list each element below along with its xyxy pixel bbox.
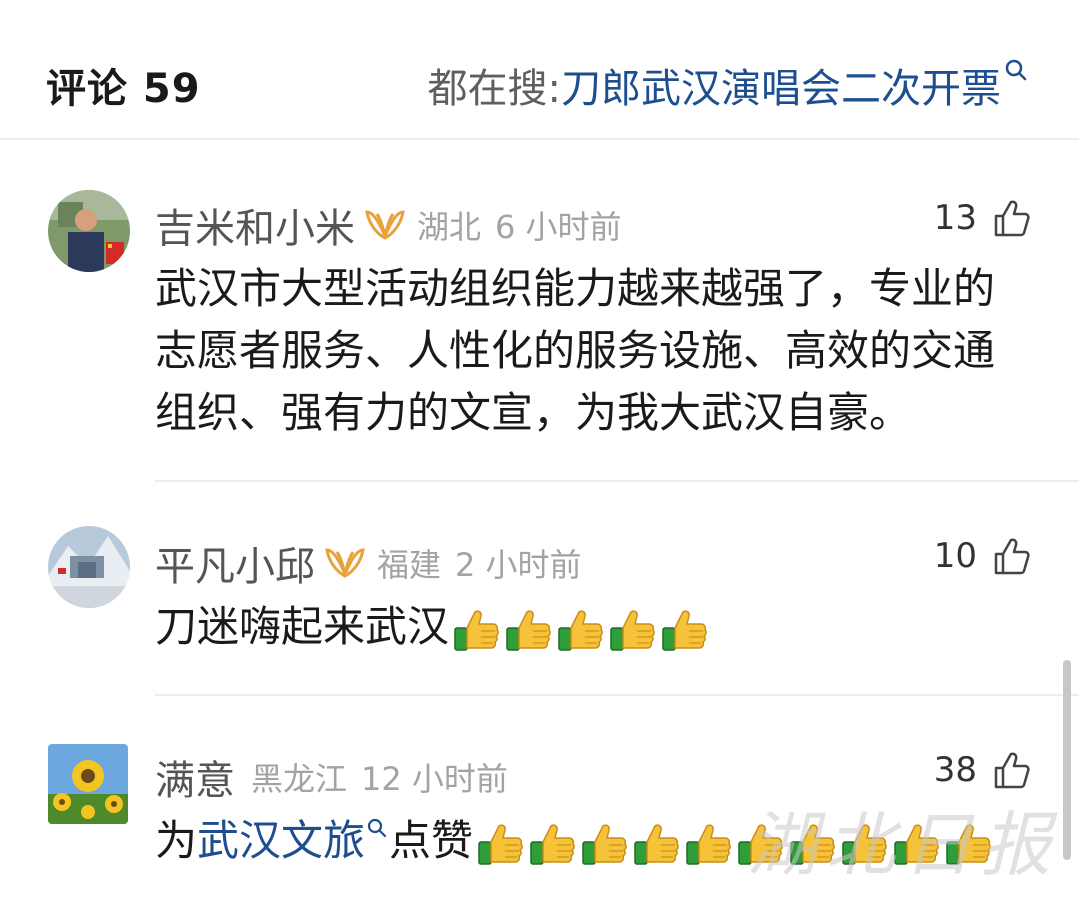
thumbs-up-emoji-icon bbox=[946, 823, 991, 865]
like-button[interactable]: 13 bbox=[934, 198, 1031, 238]
comment-text-before: 为 bbox=[155, 816, 198, 865]
topic-link[interactable]: 武汉文旅 bbox=[197, 816, 365, 865]
comments-header: 评论 59 都在搜: 刀郎武汉演唱会二次开票 bbox=[0, 0, 1079, 140]
timestamp: 2 小时前 bbox=[455, 546, 582, 584]
thumbs-up-emoji-icon bbox=[894, 823, 939, 865]
thumbs-up-emoji-icon bbox=[842, 823, 887, 865]
thumbs-up-emoji-icon bbox=[530, 823, 575, 865]
avatar[interactable] bbox=[48, 190, 130, 272]
comment-text: 刀迷嗨起来武汉 bbox=[155, 596, 1035, 658]
vip-badge-icon bbox=[325, 548, 365, 578]
thumbs-up-emoji-icon bbox=[506, 609, 551, 651]
comment-header: 平凡小邱 福建 2 小时前 bbox=[155, 534, 582, 592]
comment-text: 武汉市大型活动组织能力越来越强了，专业的志愿者服务、人性化的服务设施、高效的交通… bbox=[155, 264, 996, 437]
thumbs-up-emoji-icon bbox=[790, 823, 835, 865]
location: 福建 bbox=[377, 546, 442, 584]
divider bbox=[155, 480, 1079, 482]
search-icon bbox=[1005, 59, 1027, 81]
comment-header: 满意 黑龙江 12 小时前 bbox=[155, 748, 508, 806]
thumbs-up-icon bbox=[994, 538, 1030, 575]
thumbs-up-emoji-icon bbox=[634, 823, 679, 865]
thumbs-up-emoji-icon bbox=[558, 609, 603, 651]
divider bbox=[155, 694, 1079, 696]
thumbs-up-emoji-icon bbox=[582, 823, 627, 865]
comment-count: 评论 59 bbox=[46, 66, 201, 112]
vip-badge-icon bbox=[365, 210, 405, 240]
search-icon bbox=[367, 818, 387, 838]
thumbs-up-icon bbox=[994, 200, 1030, 237]
username[interactable]: 平凡小邱 bbox=[155, 534, 315, 592]
trending-search[interactable]: 都在搜: 刀郎武汉演唱会二次开票 bbox=[428, 56, 1031, 114]
username[interactable]: 吉米和小米 bbox=[155, 196, 355, 254]
thumbs-up-emoji-icon bbox=[738, 823, 783, 865]
comment-meta: 黑龙江 12 小时前 bbox=[251, 754, 508, 800]
location: 黑龙江 bbox=[251, 760, 348, 798]
comment-meta: 湖北 6 小时前 bbox=[417, 202, 622, 248]
location: 湖北 bbox=[417, 208, 482, 246]
like-button[interactable]: 10 bbox=[934, 536, 1031, 576]
thumbs-up-emoji-icon bbox=[610, 609, 655, 651]
comment-header: 吉米和小米 湖北 6 小时前 bbox=[155, 196, 622, 254]
scrollbar[interactable] bbox=[1063, 660, 1071, 860]
emoji-group bbox=[451, 604, 711, 656]
avatar[interactable] bbox=[48, 744, 128, 824]
thumbs-up-icon bbox=[994, 752, 1030, 789]
thumbs-up-emoji-icon bbox=[454, 609, 499, 651]
comment-text-content: 刀迷嗨起来武汉 bbox=[155, 602, 450, 651]
like-count: 10 bbox=[933, 536, 977, 576]
username[interactable]: 满意 bbox=[155, 748, 235, 806]
comment-text-after: 点赞 bbox=[389, 816, 474, 865]
thumbs-up-emoji-icon bbox=[686, 823, 731, 865]
trending-term[interactable]: 刀郎武汉演唱会二次开票 bbox=[561, 56, 1001, 114]
thumbs-up-emoji-icon bbox=[478, 823, 523, 865]
like-count: 38 bbox=[933, 750, 977, 790]
like-button[interactable]: 38 bbox=[934, 750, 1031, 790]
emoji-group bbox=[475, 818, 995, 870]
thumbs-up-emoji-icon bbox=[662, 609, 707, 651]
timestamp: 6 小时前 bbox=[495, 208, 622, 246]
trending-prefix: 都在搜: bbox=[427, 66, 561, 112]
like-count: 13 bbox=[933, 198, 977, 238]
timestamp: 12 小时前 bbox=[361, 760, 508, 798]
comment-meta: 福建 2 小时前 bbox=[377, 540, 582, 586]
comment-text: 为武汉文旅 点赞 bbox=[155, 810, 1035, 872]
avatar[interactable] bbox=[48, 526, 130, 608]
